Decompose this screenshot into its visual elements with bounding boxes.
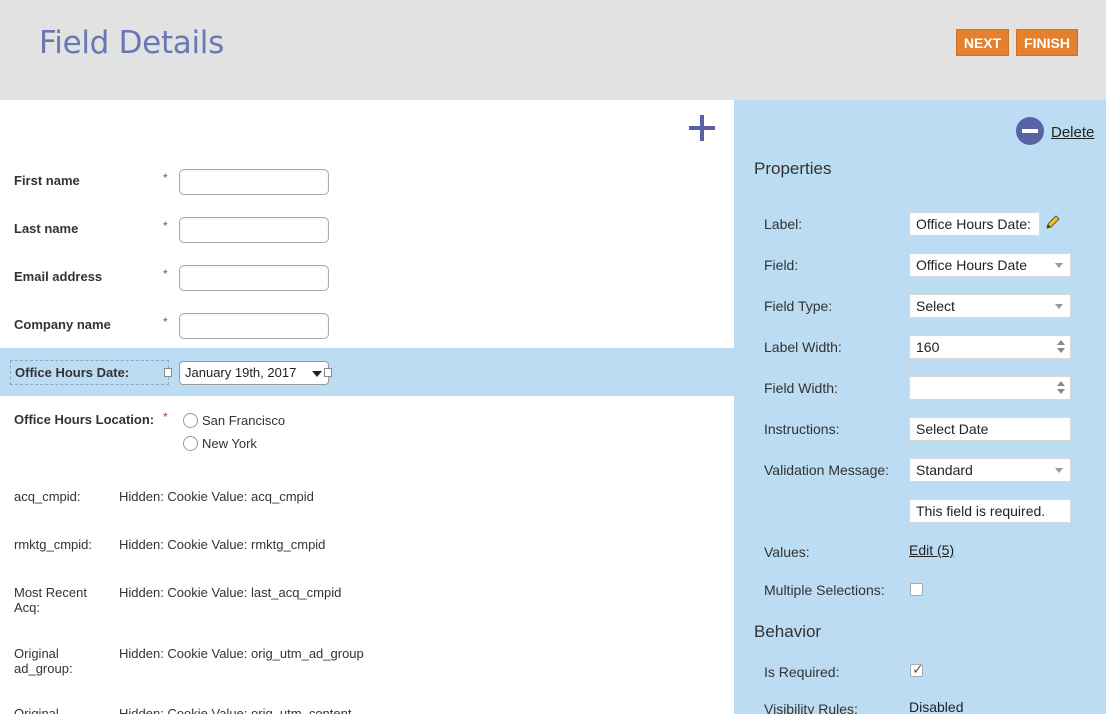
hidden-field-value: Hidden: Cookie Value: acq_cmpid	[119, 489, 314, 504]
stepper-arrows-icon[interactable]	[1057, 340, 1065, 354]
field-type-select[interactable]: Select	[909, 294, 1071, 318]
hidden-field-label: acq_cmpid:	[14, 489, 81, 504]
page-header: Field Details NEXT FINISH	[0, 0, 1106, 100]
field-label: Office Hours Location:	[14, 412, 155, 427]
instructions-label: Instructions:	[764, 421, 840, 437]
form-row-office-hours-location: Office Hours Location: * San Francisco N…	[0, 410, 734, 462]
field-select[interactable]: Office Hours Date	[909, 253, 1071, 277]
hidden-field-label: rmktg_cmpid:	[14, 537, 93, 552]
radio-san-francisco[interactable]: San Francisco	[183, 413, 285, 428]
hidden-field-row: rmktg_cmpid: Hidden: Cookie Value: rmktg…	[0, 537, 734, 557]
behavior-heading: Behavior	[754, 622, 822, 641]
label-width-stepper[interactable]: 160	[909, 335, 1071, 359]
field-label: Last name	[14, 221, 79, 236]
validation-text-input[interactable]: This field is required.	[909, 499, 1071, 523]
hidden-field-value: Hidden: Cookie Value: orig_utm_content	[119, 706, 352, 714]
office-hours-date-select[interactable]: January 19th, 2017	[179, 361, 329, 385]
checkmark-icon: ✓	[912, 661, 924, 677]
resize-handle-left[interactable]	[164, 368, 172, 377]
properties-heading: Properties	[754, 159, 832, 178]
delete-icon[interactable]	[1016, 117, 1044, 145]
required-asterisk: *	[163, 315, 168, 329]
form-row-last-name: Last name *	[0, 217, 734, 245]
hidden-field-label: Most Recent Acq:	[14, 585, 87, 615]
hidden-field-row: Original ad_group: Hidden: Cookie Value:…	[0, 646, 734, 678]
label-width-value: 160	[916, 339, 940, 355]
company-name-input[interactable]	[179, 313, 329, 339]
validation-message-value: Standard	[916, 462, 973, 478]
delete-label[interactable]: Delete	[1051, 124, 1094, 141]
multiple-selections-label: Multiple Selections:	[764, 582, 885, 598]
hidden-field-row: Most Recent Acq: Hidden: Cookie Value: l…	[0, 585, 734, 617]
hidden-field-value: Hidden: Cookie Value: orig_utm_ad_group	[119, 646, 364, 661]
pencil-icon[interactable]	[1044, 213, 1062, 231]
hidden-field-label: Original ad_group:	[14, 646, 73, 676]
validation-message-select[interactable]: Standard	[909, 458, 1071, 482]
field-type-value: Select	[916, 298, 955, 314]
form-row-company: Company name *	[0, 313, 734, 341]
hidden-field-row: acq_cmpid: Hidden: Cookie Value: acq_cmp…	[0, 489, 734, 509]
finish-button[interactable]: FINISH	[1016, 29, 1078, 56]
field-select-value: Office Hours Date	[916, 257, 1028, 273]
hidden-field-row: Original Hidden: Cookie Value: orig_utm_…	[0, 706, 734, 714]
label-property-input[interactable]: Office Hours Date:	[909, 212, 1040, 236]
plus-icon[interactable]	[689, 115, 715, 141]
field-type-label: Field Type:	[764, 298, 833, 314]
field-width-stepper[interactable]	[909, 376, 1071, 400]
radio-circle[interactable]	[183, 413, 198, 428]
field-width-label: Field Width:	[764, 380, 838, 396]
radio-label: New York	[202, 436, 257, 451]
form-canvas: First name * Last name * Email address *…	[0, 100, 734, 714]
hidden-field-value: Hidden: Cookie Value: last_acq_cmpid	[119, 585, 342, 600]
stepper-arrows-icon[interactable]	[1057, 381, 1065, 395]
label-property-label: Label:	[764, 216, 803, 232]
label-width-label: Label Width:	[764, 339, 842, 355]
visibility-rules-label: Visibility Rules:	[764, 701, 858, 714]
select-value: January 19th, 2017	[185, 365, 297, 380]
field-label: Office Hours Date:	[15, 365, 130, 380]
is-required-checkbox[interactable]: ✓	[910, 661, 924, 677]
required-asterisk: *	[163, 410, 168, 424]
edit-values-link[interactable]: Edit (5)	[909, 542, 954, 558]
email-input[interactable]	[179, 265, 329, 291]
radio-new-york[interactable]: New York	[183, 436, 257, 451]
field-label: Company name	[14, 317, 111, 332]
form-row-office-hours-date[interactable]: Office Hours Date: January 19th, 2017	[0, 348, 734, 396]
page-title: Field Details	[39, 25, 224, 61]
required-asterisk: *	[163, 171, 168, 185]
instructions-input[interactable]: Select Date	[909, 417, 1071, 441]
validation-message-label: Validation Message:	[764, 462, 890, 478]
required-asterisk: *	[163, 267, 168, 281]
hidden-field-value: Hidden: Cookie Value: rmktg_cmpid	[119, 537, 326, 552]
form-row-email: Email address *	[0, 265, 734, 293]
multiple-selections-checkbox[interactable]	[910, 583, 923, 596]
field-label: First name	[14, 173, 80, 188]
radio-label: San Francisco	[202, 413, 286, 428]
is-required-label: Is Required:	[764, 664, 840, 680]
selected-field-outline[interactable]: Office Hours Date:	[10, 360, 169, 385]
last-name-input[interactable]	[179, 217, 329, 243]
values-label: Values:	[764, 544, 810, 560]
visibility-rules-value[interactable]: Disabled	[909, 699, 963, 714]
field-label: Email address	[14, 269, 103, 284]
first-name-input[interactable]	[179, 169, 329, 195]
required-asterisk: *	[163, 219, 168, 233]
resize-handle-right[interactable]	[324, 368, 332, 377]
field-property-label: Field:	[764, 257, 799, 273]
chevron-down-icon	[312, 371, 322, 377]
radio-circle[interactable]	[183, 436, 198, 451]
form-row-first-name: First name *	[0, 169, 734, 197]
properties-panel: Delete Properties Label: Office Hours Da…	[734, 100, 1106, 714]
next-button[interactable]: NEXT	[956, 29, 1009, 56]
hidden-field-label: Original	[14, 706, 59, 714]
